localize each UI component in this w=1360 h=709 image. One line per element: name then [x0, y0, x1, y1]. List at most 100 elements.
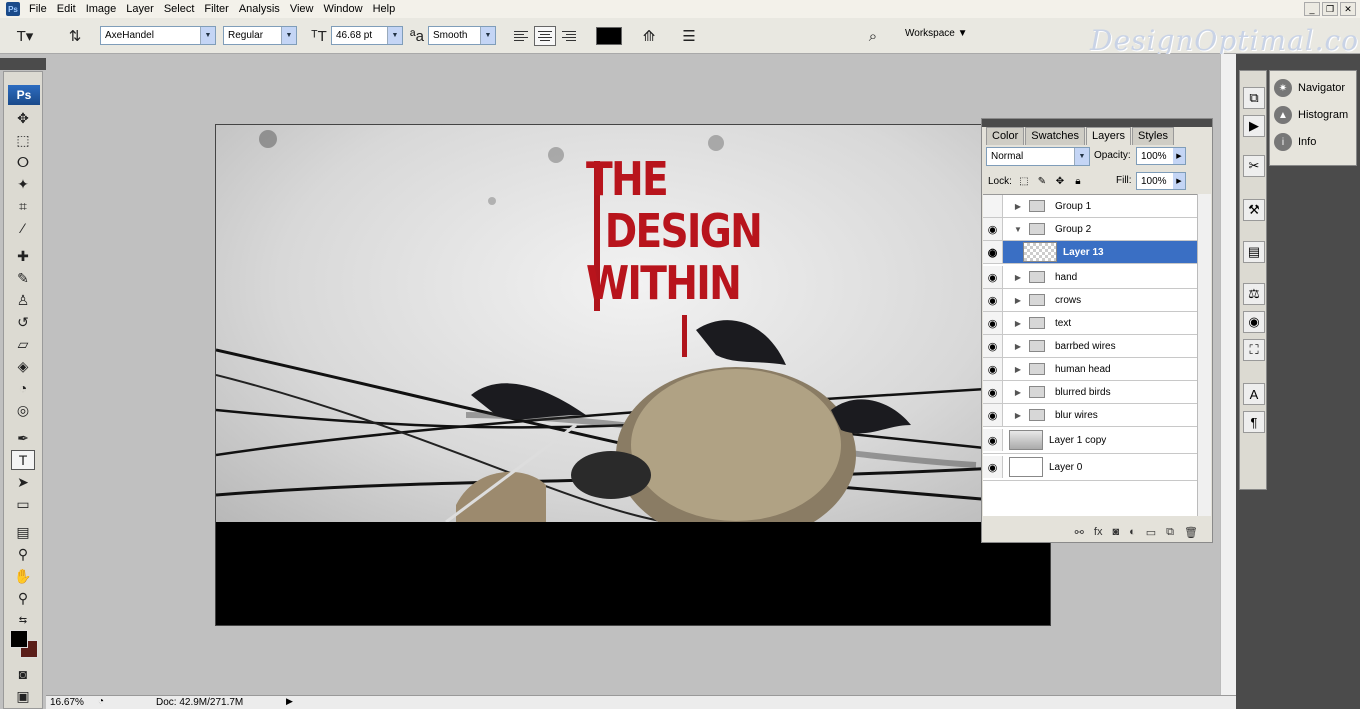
history-panel-icon[interactable]: ⧉ — [1243, 87, 1265, 109]
tool-presets-icon[interactable]: ✂ — [1243, 155, 1265, 177]
type-tool-icon[interactable]: T — [11, 450, 35, 470]
font-size-select[interactable]: 46.68 pt ▼ — [331, 26, 403, 45]
toolbox-grip[interactable] — [0, 58, 46, 70]
pen-tool-icon[interactable]: ✒ — [11, 428, 35, 448]
tab-layers[interactable]: Layers — [1086, 127, 1132, 145]
link-layers-icon[interactable]: ⚯ — [1075, 526, 1084, 539]
eyedropper-sample-tool-icon[interactable]: ⚲ — [11, 544, 35, 564]
layer-row[interactable]: ◉ ▶ text — [983, 312, 1197, 335]
layer-style-icon[interactable]: fx — [1094, 526, 1103, 538]
visibility-eye-icon[interactable]: ◉ — [983, 312, 1003, 334]
expand-triangle-open-icon[interactable]: ▼ — [1011, 225, 1025, 234]
shape-tool-icon[interactable]: ▭ — [11, 494, 35, 514]
font-family-select[interactable]: AxeHandel ▼ — [100, 26, 216, 45]
expand-triangle-icon[interactable]: ▶ — [1011, 202, 1025, 211]
marquee-tool-icon[interactable]: ⬚ — [11, 130, 35, 150]
magic-wand-tool-icon[interactable]: ✦ — [11, 174, 35, 194]
text-color-swatch[interactable] — [596, 27, 622, 45]
visibility-eye-icon[interactable]: ◉ — [983, 241, 1003, 263]
blur-tool-icon[interactable]: ◔ — [11, 378, 35, 398]
visibility-eye-icon[interactable]: ◉ — [983, 429, 1003, 451]
text-orientation-icon[interactable]: ⇅ — [64, 25, 86, 47]
lock-pixels-icon[interactable]: ✎ — [1036, 175, 1048, 187]
paint-bucket-tool-icon[interactable]: ◈ — [11, 356, 35, 376]
photoshop-app-icon[interactable]: Ps — [6, 2, 20, 16]
chevron-right-icon[interactable]: ▶ — [1173, 148, 1185, 164]
expand-triangle-icon[interactable]: ▶ — [1011, 342, 1025, 351]
expand-triangle-icon[interactable]: ▶ — [1011, 388, 1025, 397]
clone-source-icon[interactable]: ⚖ — [1243, 283, 1265, 305]
menu-file[interactable]: File — [24, 0, 52, 18]
channels-panel-icon[interactable]: ◉ — [1243, 311, 1265, 333]
quick-mask-icon[interactable]: ◙ — [11, 664, 35, 684]
lock-all-icon[interactable]: 🔒︎ — [1072, 175, 1084, 187]
swap-colors-icon[interactable]: ⇆ — [11, 610, 35, 630]
paths-panel-icon[interactable]: ⛶ — [1243, 339, 1265, 361]
expand-triangle-icon[interactable]: ▶ — [1011, 296, 1025, 305]
align-center-button[interactable] — [534, 26, 556, 46]
lock-transparency-icon[interactable]: ⬚ — [1018, 175, 1030, 187]
crop-tool-icon[interactable]: ⌗ — [11, 196, 35, 216]
layer-row[interactable]: ◉ ▼ Group 2 — [983, 218, 1197, 241]
menu-analysis[interactable]: Analysis — [234, 0, 285, 18]
antialias-select[interactable]: Smooth ▼ — [428, 26, 496, 45]
visibility-off-icon[interactable] — [983, 195, 1003, 217]
character-panel-icon[interactable]: A — [1243, 383, 1265, 405]
menu-help[interactable]: Help — [368, 0, 401, 18]
layer-row[interactable]: ◉ Layer 0 — [983, 454, 1197, 481]
eyedropper-tool-icon[interactable]: ⁄ — [11, 218, 35, 238]
layer-row[interactable]: ◉ ▶ hand — [983, 266, 1197, 289]
expand-triangle-icon[interactable]: ▶ — [1011, 411, 1025, 420]
new-group-icon[interactable]: ▭ — [1146, 526, 1156, 539]
visibility-eye-icon[interactable]: ◉ — [983, 404, 1003, 426]
brush-tool-icon[interactable]: ✎ — [11, 268, 35, 288]
align-left-button[interactable] — [510, 26, 532, 46]
expand-triangle-icon[interactable]: ▶ — [1011, 365, 1025, 374]
character-panel-icon[interactable]: ☰ — [678, 25, 700, 47]
panel-header[interactable] — [982, 119, 1212, 127]
visibility-eye-icon[interactable]: ◉ — [983, 456, 1003, 478]
workspace-button[interactable]: Workspace ▼ — [905, 28, 968, 39]
fill-field[interactable]: 100% ▶ — [1136, 172, 1186, 190]
warp-text-icon[interactable]: ⟰ — [638, 25, 660, 47]
dodge-tool-icon[interactable]: ◎ — [11, 400, 35, 420]
menu-filter[interactable]: Filter — [199, 0, 233, 18]
healing-brush-tool-icon[interactable]: ✚ — [11, 246, 35, 266]
path-selection-tool-icon[interactable]: ➤ — [11, 472, 35, 492]
delete-layer-icon[interactable]: 🗑︎ — [1184, 526, 1198, 539]
type-tool-preset-icon[interactable]: T▾ — [14, 25, 36, 47]
adjustment-layer-icon[interactable]: ◐ — [1129, 526, 1136, 538]
zoom-level[interactable]: 16.67% — [50, 697, 84, 708]
layer-row[interactable]: ◉ Layer 1 copy — [983, 427, 1197, 454]
visibility-eye-icon[interactable]: ◉ — [983, 266, 1003, 288]
brushes-panel-icon[interactable]: ⚒ — [1243, 199, 1265, 221]
notes-tool-icon[interactable]: ▤ — [11, 522, 35, 542]
eraser-tool-icon[interactable]: ▱ — [11, 334, 35, 354]
layer-row[interactable]: ◉ ▶ barrbed wires — [983, 335, 1197, 358]
layer-row[interactable]: ◉ Layer 13 — [983, 241, 1197, 264]
hand-tool-icon[interactable]: ✋ — [11, 566, 35, 586]
minimize-button[interactable]: _ — [1304, 2, 1320, 16]
history-brush-tool-icon[interactable]: ↺ — [11, 312, 35, 332]
paragraph-panel-icon[interactable]: ¶ — [1243, 411, 1265, 433]
info-panel-button[interactable]: i Info — [1274, 131, 1316, 153]
layer-row[interactable]: ◉ ▶ human head — [983, 358, 1197, 381]
visibility-eye-icon[interactable]: ◉ — [983, 218, 1003, 240]
chevron-right-icon[interactable]: ▶ — [1173, 173, 1185, 189]
bridge-icon[interactable]: ⌕ — [862, 25, 884, 47]
menu-select[interactable]: Select — [159, 0, 200, 18]
visibility-eye-icon[interactable]: ◉ — [983, 335, 1003, 357]
lasso-tool-icon[interactable]: ⵔ — [11, 152, 35, 172]
notes-panel-icon[interactable]: ▤ — [1243, 241, 1265, 263]
expand-triangle-icon[interactable]: ▶ — [1011, 273, 1025, 282]
blend-mode-select[interactable]: Normal ▼ — [986, 147, 1090, 166]
layer-row[interactable]: ◉ ▶ crows — [983, 289, 1197, 312]
menu-window[interactable]: Window — [318, 0, 367, 18]
font-style-select[interactable]: Regular ▼ — [223, 26, 297, 45]
visibility-eye-icon[interactable]: ◉ — [983, 289, 1003, 311]
restore-button[interactable]: ❐ — [1322, 2, 1338, 16]
layer-mask-icon[interactable]: ◙ — [1112, 526, 1119, 538]
menu-image[interactable]: Image — [81, 0, 122, 18]
menu-edit[interactable]: Edit — [52, 0, 81, 18]
opacity-field[interactable]: 100% ▶ — [1136, 147, 1186, 165]
